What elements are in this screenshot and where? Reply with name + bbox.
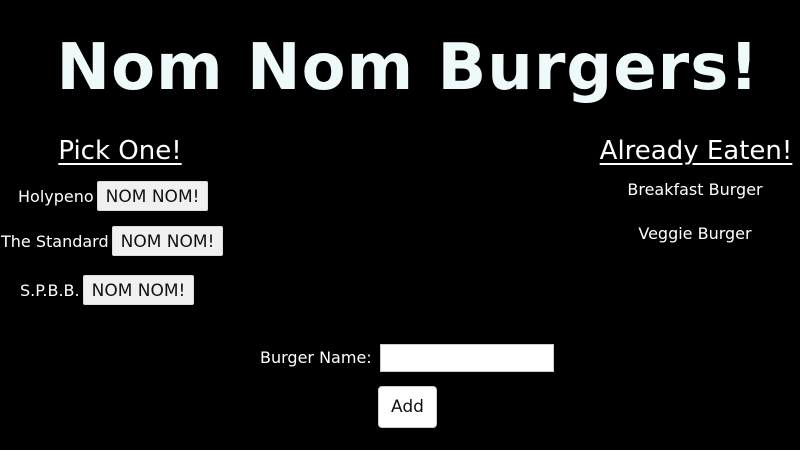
add-button[interactable]: Add	[378, 386, 437, 428]
burger-name: Holypeno	[18, 186, 94, 206]
page-title: Nom Nom Burgers!	[56, 31, 760, 105]
pick-one-heading: Pick One!	[58, 136, 182, 166]
eaten-item-veggie-burger: Veggie Burger	[638, 224, 752, 243]
devour-button-holypeno[interactable]: NOM NOM!	[96, 181, 209, 211]
burger-name: S.P.B.B.	[20, 280, 80, 300]
burger-name-input[interactable]	[380, 344, 554, 372]
eaten-item-breakfast-burger: Breakfast Burger	[627, 180, 763, 199]
burger-row-the-standard: The Standard NOM NOM!	[1, 224, 224, 258]
already-eaten-heading: Already Eaten!	[599, 136, 793, 166]
burger-row-spbb: S.P.B.B. NOM NOM!	[20, 273, 195, 307]
devour-button-spbb[interactable]: NOM NOM!	[82, 275, 195, 305]
burger-row-holypeno: Holypeno NOM NOM!	[18, 179, 209, 213]
burger-name-label: Burger Name:	[260, 348, 372, 367]
burger-name: The Standard	[1, 231, 109, 251]
devour-button-the-standard[interactable]: NOM NOM!	[111, 226, 224, 256]
